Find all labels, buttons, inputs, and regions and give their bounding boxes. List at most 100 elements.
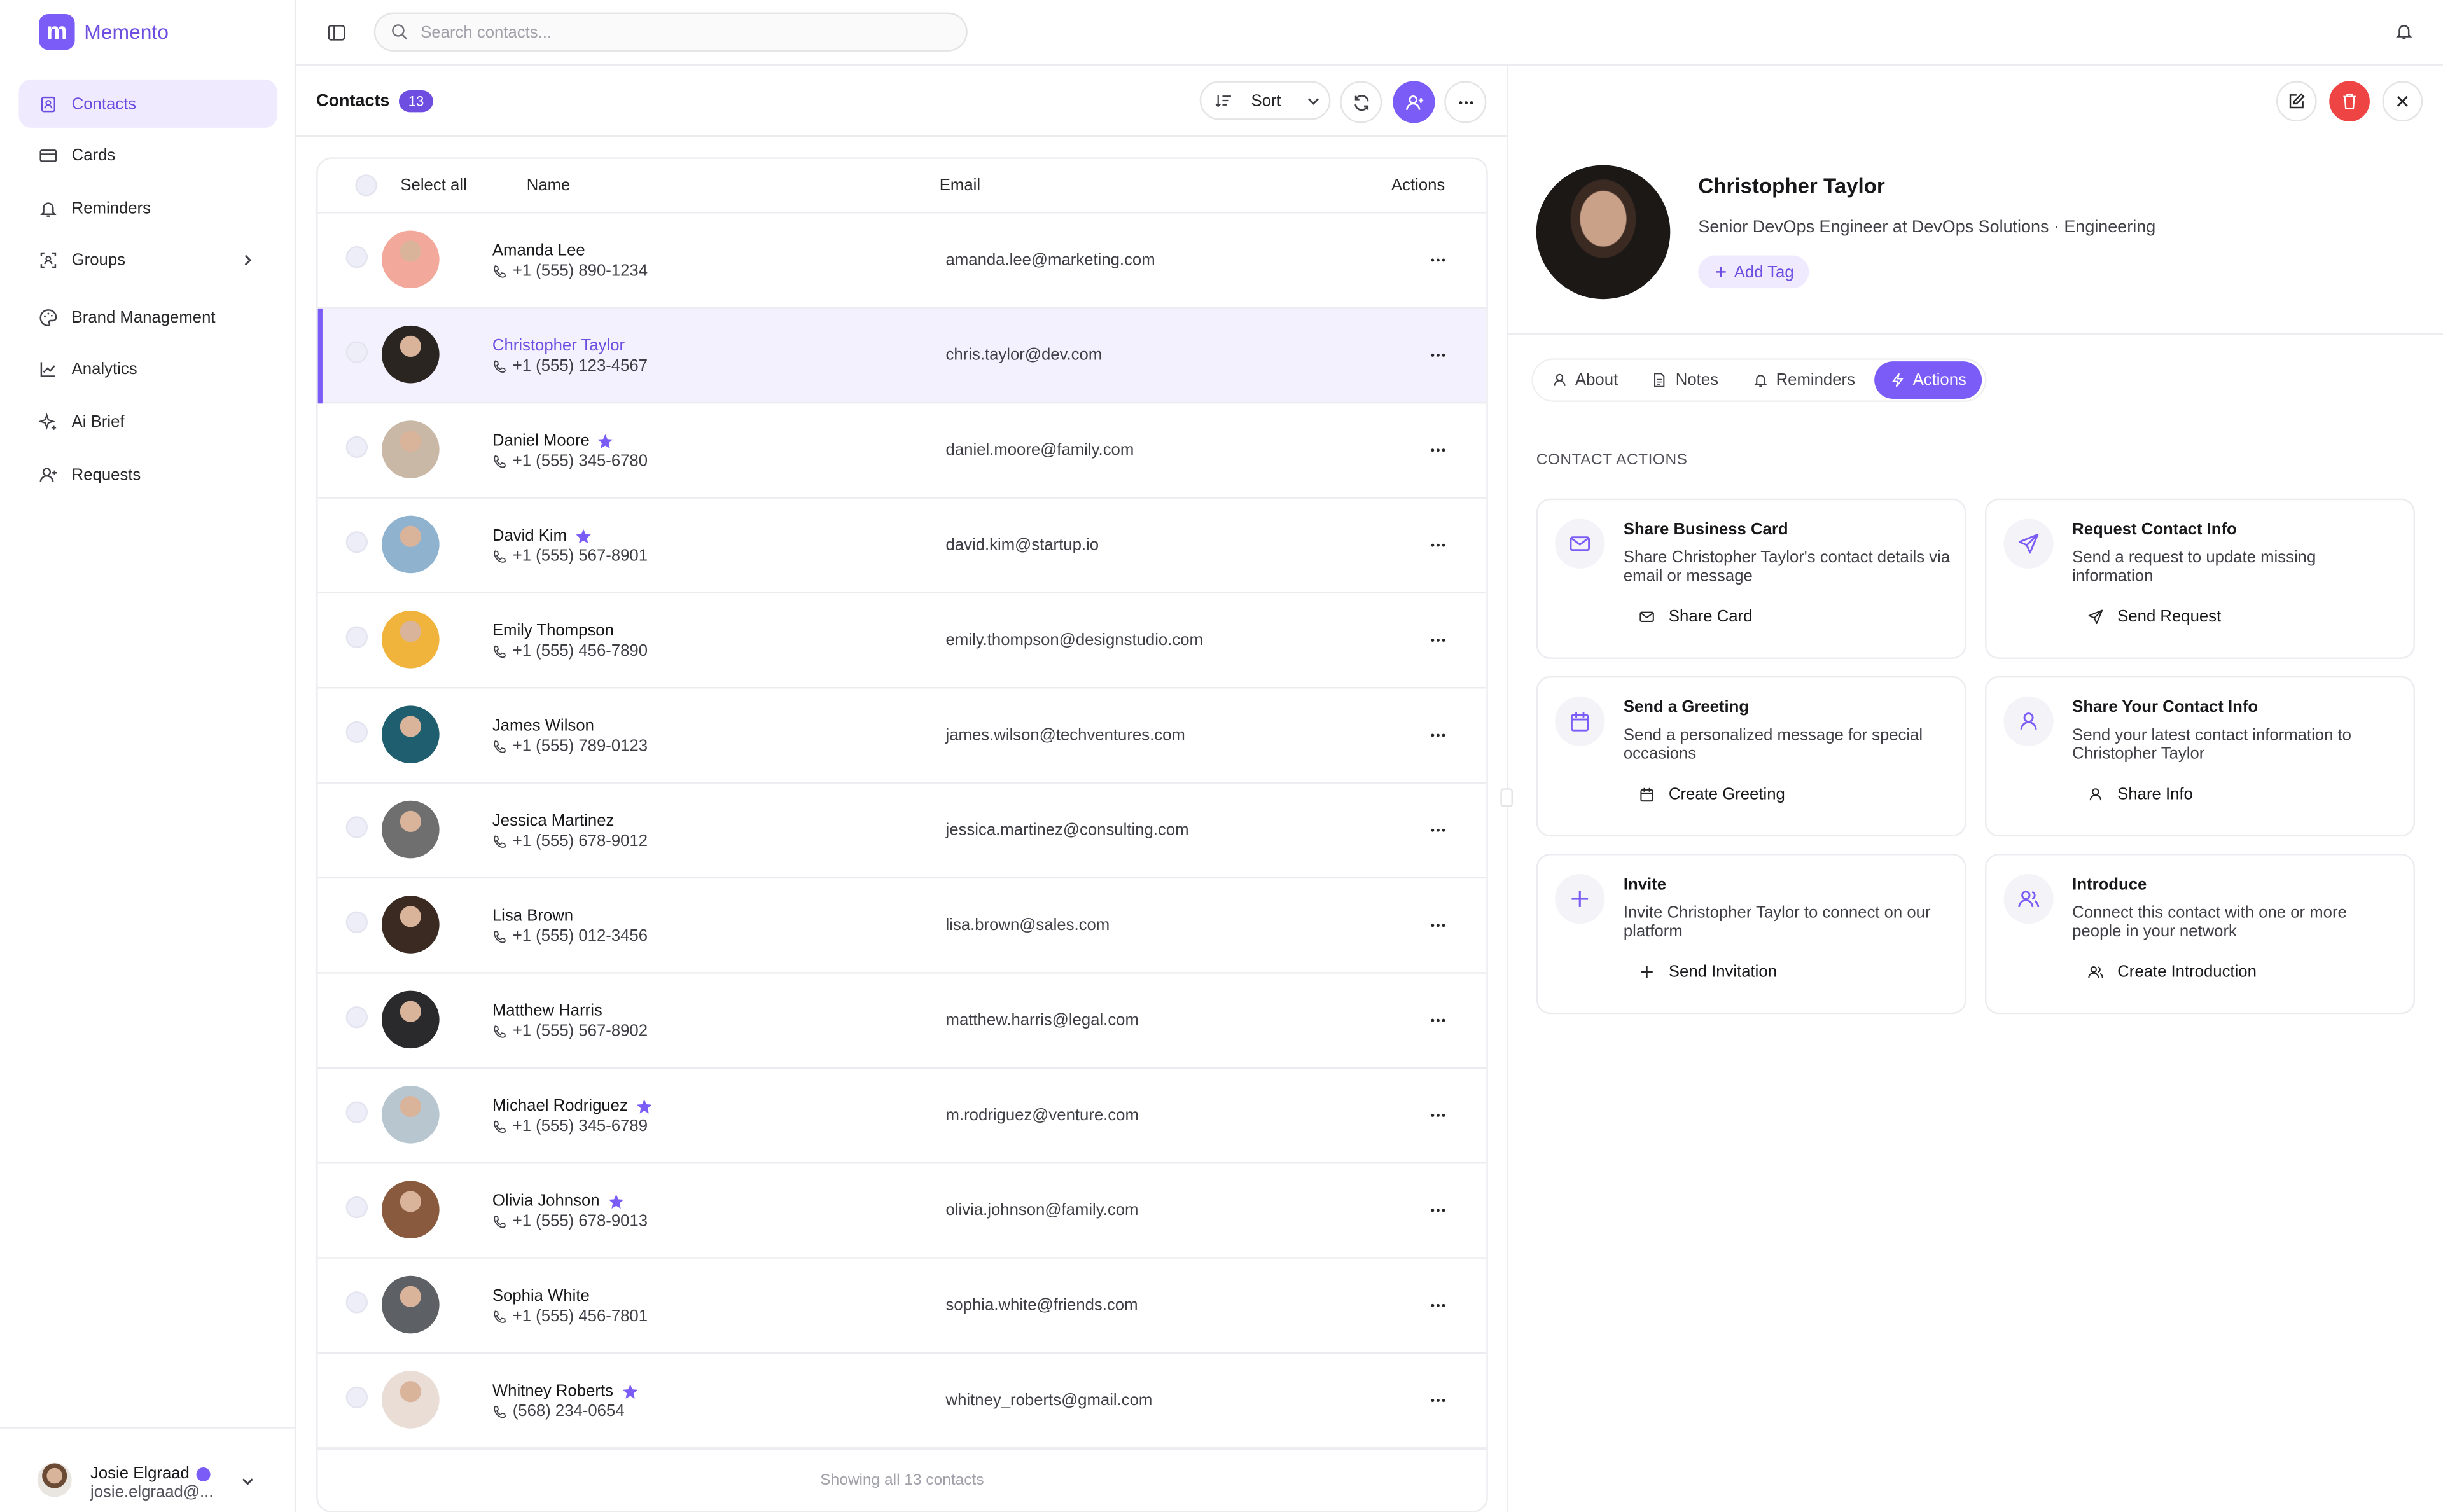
user-profile[interactable]: Josie Elgraad josie.elgraad@... <box>0 1427 296 1512</box>
notifications-bell-icon[interactable] <box>2395 22 2413 40</box>
contact-name[interactable]: Michael Rodriguez <box>492 1097 628 1115</box>
column-header-email[interactable]: Email <box>940 176 980 195</box>
column-header-name[interactable]: Name <box>527 176 571 195</box>
row-checkbox[interactable] <box>345 341 368 363</box>
sidebar-item-ai-brief[interactable]: Ai Brief <box>18 398 277 447</box>
table-row[interactable]: Matthew Harris +1 (555) 567-8902 matthew… <box>317 974 1487 1069</box>
row-checkbox[interactable] <box>345 246 368 268</box>
star-icon[interactable] <box>608 1193 625 1210</box>
more-options-button[interactable] <box>1444 81 1487 123</box>
row-checkbox[interactable] <box>345 1386 368 1408</box>
contact-name[interactable]: Amanda Lee <box>492 242 585 260</box>
contact-name[interactable]: Sophia White <box>492 1287 590 1305</box>
app-logo[interactable]: m Memento <box>39 14 169 50</box>
table-row[interactable]: Daniel Moore +1 (555) 345-6780 daniel.mo… <box>317 403 1487 499</box>
more-horizontal-icon[interactable] <box>1429 1201 1447 1219</box>
more-horizontal-icon[interactable] <box>1429 726 1447 744</box>
card-action-button[interactable]: Share Card <box>1624 607 1951 626</box>
more-horizontal-icon[interactable] <box>1429 1011 1447 1029</box>
add-tag-label: Add Tag <box>1734 262 1794 282</box>
close-detail-button[interactable] <box>2382 81 2423 122</box>
card-title: Request Contact Info <box>2072 520 2237 539</box>
sidebar-item-groups[interactable]: Groups <box>18 237 277 285</box>
sidebar-item-analytics[interactable]: Analytics <box>18 346 277 394</box>
tab-notes[interactable]: Notes <box>1637 361 1734 399</box>
more-horizontal-icon[interactable] <box>1429 821 1447 840</box>
contact-name[interactable]: Christopher Taylor <box>492 336 625 355</box>
card-action-button[interactable]: Create Greeting <box>1624 785 1951 804</box>
more-horizontal-icon[interactable] <box>1429 1106 1447 1125</box>
tab-about[interactable]: About <box>1536 361 1634 399</box>
row-checkbox[interactable] <box>345 911 368 933</box>
contact-name[interactable]: Emily Thompson <box>492 621 614 640</box>
table-row[interactable]: Jessica Martinez +1 (555) 678-9012 jessi… <box>317 784 1487 879</box>
contact-name[interactable]: Jessica Martinez <box>492 812 615 830</box>
tab-actions[interactable]: Actions <box>1874 361 1982 399</box>
table-row[interactable]: Amanda Lee +1 (555) 890-1234 amanda.lee@… <box>317 214 1487 309</box>
sort-button[interactable]: Sort <box>1199 81 1331 120</box>
contact-name[interactable]: Daniel Moore <box>492 431 590 450</box>
more-horizontal-icon[interactable] <box>1429 536 1447 554</box>
row-checkbox[interactable] <box>345 1006 368 1029</box>
table-row[interactable]: Christopher Taylor +1 (555) 123-4567 chr… <box>317 308 1487 404</box>
chevron-down-icon[interactable] <box>240 1474 255 1489</box>
edit-contact-button[interactable] <box>2276 81 2317 122</box>
star-icon[interactable] <box>636 1097 653 1114</box>
more-horizontal-icon[interactable] <box>1429 1391 1447 1410</box>
row-checkbox[interactable] <box>345 1196 368 1219</box>
more-horizontal-icon[interactable] <box>1429 441 1447 459</box>
row-checkbox[interactable] <box>345 531 368 553</box>
sidebar-item-requests[interactable]: Requests <box>18 450 277 499</box>
refresh-button[interactable] <box>1340 81 1382 123</box>
row-checkbox[interactable] <box>345 436 368 459</box>
table-row[interactable]: Whitney Roberts (568) 234-0654 whitney_r… <box>317 1354 1487 1449</box>
tab-reminders[interactable]: Reminders <box>1737 361 1870 399</box>
card-action-button[interactable]: Send Request <box>2072 607 2399 626</box>
table-row[interactable]: Sophia White +1 (555) 456-7801 sophia.wh… <box>317 1259 1487 1354</box>
sidebar-toggle-icon[interactable] <box>327 24 345 42</box>
add-tag-button[interactable]: Add Tag <box>1698 255 1810 289</box>
table-row[interactable]: Olivia Johnson +1 (555) 678-9013 olivia.… <box>317 1163 1487 1259</box>
contact-name[interactable]: Olivia Johnson <box>492 1191 600 1210</box>
contact-name[interactable]: Whitney Roberts <box>492 1382 613 1400</box>
more-horizontal-icon[interactable] <box>1429 251 1447 269</box>
row-checkbox[interactable] <box>345 1101 368 1123</box>
palette-icon <box>39 309 57 326</box>
nav-icon-wrap <box>39 309 57 327</box>
search-input[interactable] <box>421 22 919 41</box>
sidebar-item-cards[interactable]: Cards <box>18 132 277 180</box>
contact-phone-row: +1 (555) 456-7890 <box>492 642 648 660</box>
more-horizontal-icon[interactable] <box>1429 631 1447 649</box>
more-horizontal-icon[interactable] <box>1429 346 1447 364</box>
sidebar-item-contacts[interactable]: Contacts <box>18 79 277 128</box>
more-horizontal-icon[interactable] <box>1429 1296 1447 1315</box>
row-checkbox[interactable] <box>345 1291 368 1314</box>
nav-icon-wrap <box>39 465 57 483</box>
select-all-checkbox[interactable] <box>355 174 377 197</box>
table-row[interactable]: Emily Thompson +1 (555) 456-7890 emily.t… <box>317 593 1487 689</box>
row-checkbox[interactable] <box>345 721 368 744</box>
star-icon[interactable] <box>574 527 592 544</box>
table-row[interactable]: James Wilson +1 (555) 789-0123 james.wil… <box>317 688 1487 784</box>
contact-name[interactable]: James Wilson <box>492 717 594 735</box>
contact-name[interactable]: David Kim <box>492 527 567 545</box>
table-row[interactable]: Lisa Brown +1 (555) 012-3456 lisa.brown@… <box>317 878 1487 974</box>
card-action-button[interactable]: Create Introduction <box>2072 962 2399 981</box>
row-checkbox[interactable] <box>345 626 368 648</box>
table-row[interactable]: David Kim +1 (555) 567-8901 david.kim@st… <box>317 499 1487 594</box>
sidebar-item-brand-management[interactable]: Brand Management <box>18 293 277 342</box>
star-icon[interactable] <box>597 433 615 450</box>
row-checkbox[interactable] <box>345 816 368 838</box>
add-contact-button[interactable] <box>1393 81 1435 123</box>
delete-contact-button[interactable] <box>2329 81 2370 122</box>
contact-name[interactable]: Matthew Harris <box>492 1002 602 1020</box>
table-row[interactable]: Michael Rodriguez +1 (555) 345-6789 m.ro… <box>317 1069 1487 1164</box>
star-icon[interactable] <box>621 1382 638 1399</box>
sidebar-item-reminders[interactable]: Reminders <box>18 184 277 232</box>
card-action-button[interactable]: Send Invitation <box>1624 962 1951 981</box>
resize-handle[interactable] <box>1500 788 1513 807</box>
contact-email: sophia.white@friends.com <box>945 1296 1138 1315</box>
contact-name[interactable]: Lisa Brown <box>492 906 573 925</box>
more-horizontal-icon[interactable] <box>1429 916 1447 934</box>
card-action-button[interactable]: Share Info <box>2072 785 2399 804</box>
